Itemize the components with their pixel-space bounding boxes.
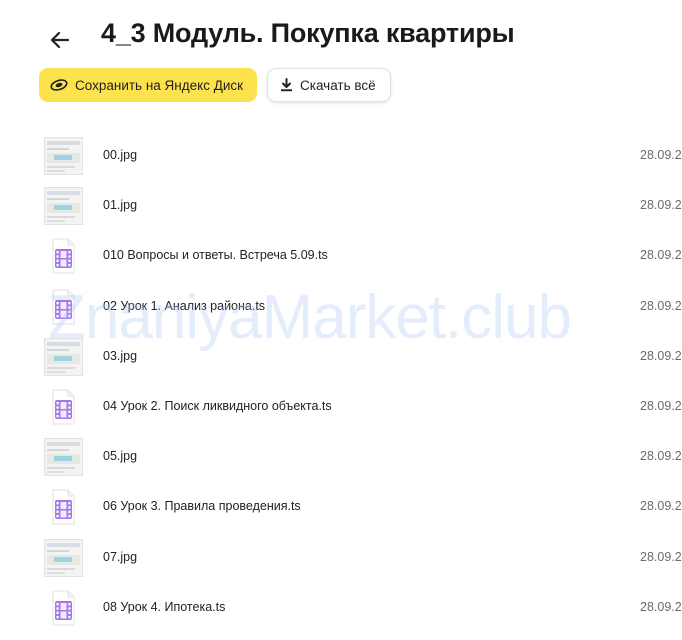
video-file-icon [44,488,83,526]
file-date: 28.09.2 [640,549,682,564]
video-file-icon [44,237,83,275]
image-thumbnail [44,137,83,175]
file-name: 00.jpg [103,148,138,162]
file-date: 28.09.2 [640,449,682,464]
download-button-label: Скачать всё [300,77,376,93]
file-date: 28.09.2 [640,248,682,263]
save-button-label: Сохранить на Яндекс Диск [75,77,244,93]
file-name: 05.jpg [103,449,138,464]
file-row[interactable]: 01.jpg 28.09.2 [0,181,682,231]
file-date: 28.09.2 [640,398,682,413]
file-name: 02 Урок 1. Анализ района.ts [103,298,266,313]
file-row[interactable]: 02 Урок 1. Анализ района.ts 28.09.2 [0,282,682,332]
video-file-icon [44,388,83,426]
file-list: 00.jpg 28.09.2 01.jpg 28.09.2 010 Вопросы и … [0,131,682,633]
file-row[interactable]: 06 Урок 3. Правила проведения.ts 28.09.2 [0,482,682,532]
image-thumbnail [44,538,83,577]
file-row[interactable]: 010 Вопросы и ответы. Встреча 5.09.ts 28.… [0,231,682,281]
file-row[interactable]: 00.jpg 28.09.2 [0,131,682,181]
back-arrow-icon[interactable] [46,28,74,52]
file-date: 28.09.2 [640,198,682,213]
file-name: 07.jpg [103,549,138,564]
file-name: 010 Вопросы и ответы. Встреча 5.09.ts [103,248,328,263]
file-name: 08 Урок 4. Ипотека.ts [103,599,226,614]
download-all-button[interactable]: Скачать всё [267,68,391,102]
file-name: 04 Урок 2. Поиск ликвидного объекта.ts [103,398,332,413]
file-date: 28.09.2 [640,148,682,162]
image-thumbnail [44,438,83,477]
file-row[interactable]: 05.jpg 28.09.2 [0,432,682,482]
file-name: 01.jpg [103,198,138,213]
file-date: 28.09.2 [640,599,682,614]
image-thumbnail [44,187,83,226]
video-file-icon [44,288,83,326]
download-icon [280,78,293,92]
file-date: 28.09.2 [640,348,682,363]
page-title: 4_3 Модуль. Покупка квартиры [101,18,515,48]
file-row[interactable]: 07.jpg 28.09.2 [0,533,682,583]
video-file-icon [44,589,83,627]
save-to-disk-button[interactable]: Сохранить на Яндекс Диск [39,68,257,102]
file-date: 28.09.2 [640,298,682,313]
file-row[interactable]: 03.jpg 28.09.2 [0,332,682,382]
yandex-disk-icon [50,79,68,91]
file-date: 28.09.2 [640,499,682,514]
file-row[interactable]: 08 Урок 4. Ипотека.ts 28.09.2 [0,583,682,633]
file-name: 06 Урок 3. Правила проведения.ts [103,499,301,514]
file-name: 03.jpg [103,348,138,363]
image-thumbnail [44,337,83,376]
file-row[interactable]: 04 Урок 2. Поиск ликвидного объекта.ts 28… [0,382,682,432]
